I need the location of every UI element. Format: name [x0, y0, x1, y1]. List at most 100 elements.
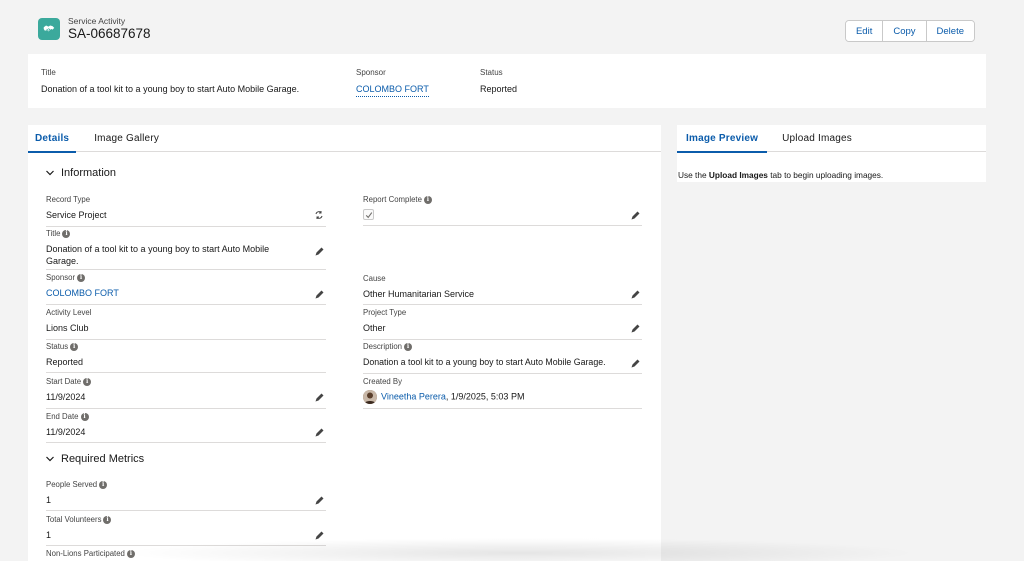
field-value: Service Project	[46, 210, 107, 220]
field-title: Title i Donation of a tool kit to a young…	[46, 229, 326, 270]
field-value: 1	[46, 495, 52, 505]
change-record-type-icon[interactable]	[314, 210, 324, 220]
field-label: Record Type	[46, 195, 91, 204]
highlight-status-label: Status	[480, 68, 503, 77]
pencil-icon[interactable]	[314, 247, 324, 257]
highlight-sponsor: Sponsor COLOMBO FORT	[356, 68, 429, 97]
field-value: 11/9/2024	[46, 392, 86, 402]
field-value: Donation of a tool kit to a young boy to…	[46, 244, 270, 266]
highlights-panel: Title Donation of a tool kit to a young …	[28, 54, 986, 108]
service-activity-icon	[38, 18, 60, 40]
info-icon[interactable]: i	[70, 343, 79, 351]
field-end-date: End Date i 11/9/2024	[46, 412, 326, 443]
field-label: Total Volunteers	[46, 515, 102, 524]
field-non-lions-participated: Non-Lions Participated i	[46, 549, 326, 561]
field-label: Status	[46, 342, 69, 351]
pencil-icon[interactable]	[630, 359, 640, 369]
pencil-icon[interactable]	[314, 393, 324, 403]
chevron-down-icon	[46, 456, 54, 462]
details-tabs: Details Image Gallery	[28, 125, 661, 153]
field-people-served: People Served i 1	[46, 480, 326, 511]
field-cause: Cause Other Humanitarian Service	[363, 274, 642, 305]
field-value: 11/9/2024	[46, 427, 86, 437]
tab-upload-images[interactable]: Upload Images	[773, 125, 861, 152]
section-required-metrics-title: Required Metrics	[61, 453, 145, 465]
report-complete-checkbox	[363, 209, 374, 220]
field-label: End Date	[46, 412, 79, 421]
info-icon[interactable]: i	[62, 230, 71, 238]
field-label: Sponsor	[46, 273, 76, 282]
field-label: Project Type	[363, 308, 407, 317]
field-label: Report Complete	[363, 195, 422, 204]
field-value: 1	[46, 530, 52, 540]
field-label: Start Date	[46, 377, 82, 386]
pencil-icon[interactable]	[630, 290, 640, 300]
highlight-title-value: Donation of a tool kit to a young boy to…	[41, 84, 300, 94]
info-icon[interactable]: i	[423, 196, 432, 204]
section-information-header[interactable]: Information	[45, 167, 116, 179]
field-label: Cause	[363, 274, 386, 283]
field-label: Activity Level	[46, 308, 92, 317]
record-name: SA-06687678	[68, 26, 151, 41]
action-button-group: Edit Copy Delete	[844, 20, 975, 42]
pencil-icon[interactable]	[314, 531, 324, 541]
pencil-icon[interactable]	[630, 324, 640, 334]
edit-button[interactable]: Edit	[845, 21, 883, 41]
info-icon[interactable]: i	[404, 343, 412, 351]
field-record-type: Record Type Service Project	[46, 195, 326, 227]
section-information-title: Information	[61, 167, 117, 179]
field-activity-level: Activity Level Lions Club	[46, 308, 326, 340]
pencil-icon[interactable]	[314, 496, 324, 506]
tab-image-preview[interactable]: Image Preview	[677, 125, 768, 153]
field-label: Non-Lions Participated	[46, 549, 125, 558]
info-icon[interactable]: i	[77, 274, 86, 282]
user-avatar-icon	[363, 390, 377, 404]
avatar	[363, 390, 377, 404]
info-icon[interactable]: i	[83, 378, 92, 386]
details-panel: Details Image Gallery Information Record…	[28, 125, 661, 561]
info-icon[interactable]: i	[99, 481, 108, 489]
info-icon[interactable]: i	[103, 516, 112, 524]
highlight-title: Title Donation of a tool kit to a young …	[41, 68, 299, 95]
created-by-user-link[interactable]: Vineetha Perera	[381, 391, 446, 401]
field-start-date: Start Date i 11/9/2024	[46, 377, 326, 409]
field-description: Description i Donation a tool kit to a yo…	[363, 342, 642, 374]
highlight-title-label: Title	[41, 68, 56, 77]
preview-message-before: Use the	[678, 170, 709, 180]
field-status: Status i Reported	[46, 342, 326, 373]
preview-empty-message: Use the Upload Images tab to begin uploa…	[677, 170, 986, 180]
image-preview-panel: Image Preview Upload Images Use the Uplo…	[677, 125, 986, 182]
pencil-icon[interactable]	[314, 290, 324, 300]
field-label: People Served	[46, 480, 98, 489]
sponsor-link[interactable]: COLOMBO FORT	[46, 287, 326, 299]
copy-button[interactable]: Copy	[882, 21, 926, 41]
tab-image-gallery[interactable]: Image Gallery	[87, 125, 166, 152]
image-tabs: Image Preview Upload Images	[677, 125, 986, 153]
info-icon[interactable]: i	[80, 413, 89, 421]
field-value: Lions Club	[46, 323, 89, 333]
highlight-sponsor-link[interactable]: COLOMBO FORT	[356, 83, 429, 97]
field-label: Description	[363, 342, 402, 351]
object-label: Service Activity	[68, 16, 126, 26]
field-label: Created By	[363, 377, 403, 386]
field-value: Reported	[46, 357, 84, 367]
record-header: Service Activity SA-06687678 Edit Copy D…	[28, 8, 986, 50]
pencil-icon[interactable]	[630, 211, 640, 221]
delete-button[interactable]: Delete	[925, 21, 974, 41]
preview-message-after: tab to begin uploading images.	[767, 170, 884, 180]
field-sponsor: Sponsor i COLOMBO FORT	[46, 273, 326, 305]
field-total-volunteers: Total Volunteers i 1	[46, 515, 326, 546]
field-report-complete: Report Complete i	[363, 195, 642, 226]
section-required-metrics-header[interactable]: Required Metrics	[45, 453, 144, 465]
field-value: Other Humanitarian Service	[363, 289, 475, 299]
highlight-status-value: Reported	[480, 84, 518, 94]
chevron-down-icon	[46, 170, 54, 176]
highlight-status: Status Reported	[480, 68, 517, 95]
created-by-datetime: , 1/9/2025, 5:03 PM	[445, 391, 525, 402]
field-label: Title	[46, 229, 61, 238]
info-icon[interactable]: i	[126, 550, 135, 558]
tab-details[interactable]: Details	[28, 125, 77, 153]
field-value: Other	[363, 323, 386, 333]
field-created-by: Created By Vineetha Perera, 1/9/2025, 5:…	[363, 377, 642, 409]
pencil-icon[interactable]	[314, 428, 324, 438]
